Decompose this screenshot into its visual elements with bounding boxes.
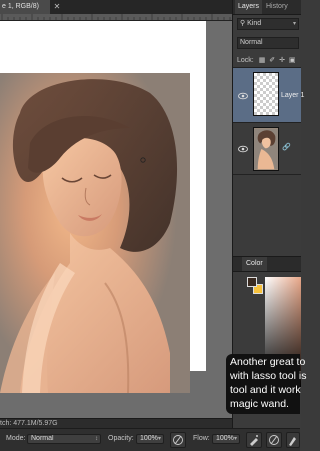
pressure-size-button[interactable] [266,432,282,448]
foreground-color-swatch[interactable] [247,277,257,287]
lock-row: Lock: ▦ ✐ ✛ ▣ [237,55,299,67]
document-tab-bar: e 1, RGB/8) ✕ [0,0,232,15]
pressure-icon [173,435,183,445]
chevron-updown-icon: ↕ [95,436,98,442]
airbrush-button[interactable] [246,432,262,448]
ruler-ticks [1,14,231,20]
close-icon[interactable]: ✕ [52,0,62,14]
caption-line: magic wand. [230,398,289,410]
color-panel-tabs: Color [233,257,301,272]
pressure-icon [269,435,279,445]
tab-color[interactable]: Color [242,257,267,271]
mode-select[interactable]: Normal ↕ [27,434,101,444]
horizontal-ruler [0,14,232,21]
pressure-opacity-button[interactable] [170,432,186,448]
opacity-label: Opacity: [108,435,134,442]
blend-mode-value: Normal [240,39,263,46]
mode-label: Mode: [6,435,26,442]
brush-icon [289,437,296,446]
search-icon: ⚲ [240,20,246,27]
blend-mode-select[interactable]: Normal [237,37,299,49]
caption-line: tool and it work [230,384,301,396]
tutorial-caption: Another great to with lasso tool is tool… [226,354,306,414]
layer-thumbnail [253,72,279,116]
lock-transparent-icon[interactable]: ▦ [259,57,266,64]
document-tab[interactable]: e 1, RGB/8) [0,0,50,14]
layer-filter-kind-select[interactable]: ⚲ Kind ▾ [237,18,299,30]
eye-icon[interactable] [238,92,248,100]
layer-name[interactable]: Layer 1 [281,92,304,99]
layer-thumbnail [253,127,279,171]
lock-all-icon[interactable]: ▣ [289,57,296,64]
caption-line: Another great to [230,356,306,368]
layers-panel-empty-space [233,175,301,253]
opacity-value: 100% [140,435,158,442]
chevron-down-icon[interactable]: ▾ [158,435,161,443]
chevron-down-icon: ▾ [292,21,296,27]
canvas-area[interactable] [0,21,232,418]
tab-history[interactable]: History [263,0,291,14]
lock-label: Lock: [237,57,254,64]
layers-panel-tabs: Layers History [233,0,301,15]
flow-input[interactable]: 100% ▾ [212,434,240,444]
brush-options-bar: Mode: Normal ↕ Opacity: 100% ▾ Flow: 100… [0,428,300,451]
lock-paint-icon[interactable]: ✐ [269,57,275,64]
chevron-down-icon[interactable]: ▾ [234,435,237,443]
painting-artwork[interactable] [0,73,190,393]
layer-row-layer-1[interactable]: Layer 1 [233,67,304,123]
flow-value: 100% [216,435,234,442]
eye-icon[interactable] [238,145,248,153]
flow-label: Flow: [193,435,210,442]
tab-layers[interactable]: Layers [235,0,263,14]
link-icon: 🔗 [282,144,291,151]
caption-line: with lasso tool is [230,370,307,382]
brush-button[interactable] [286,432,300,448]
layer-row-painting[interactable]: 🔗 [233,123,301,175]
lock-position-icon[interactable]: ✛ [279,57,285,64]
mode-value: Normal [31,435,54,442]
kind-filter-label: Kind [247,20,262,27]
opacity-input[interactable]: 100% ▾ [136,434,164,444]
airbrush-icon [250,435,258,446]
